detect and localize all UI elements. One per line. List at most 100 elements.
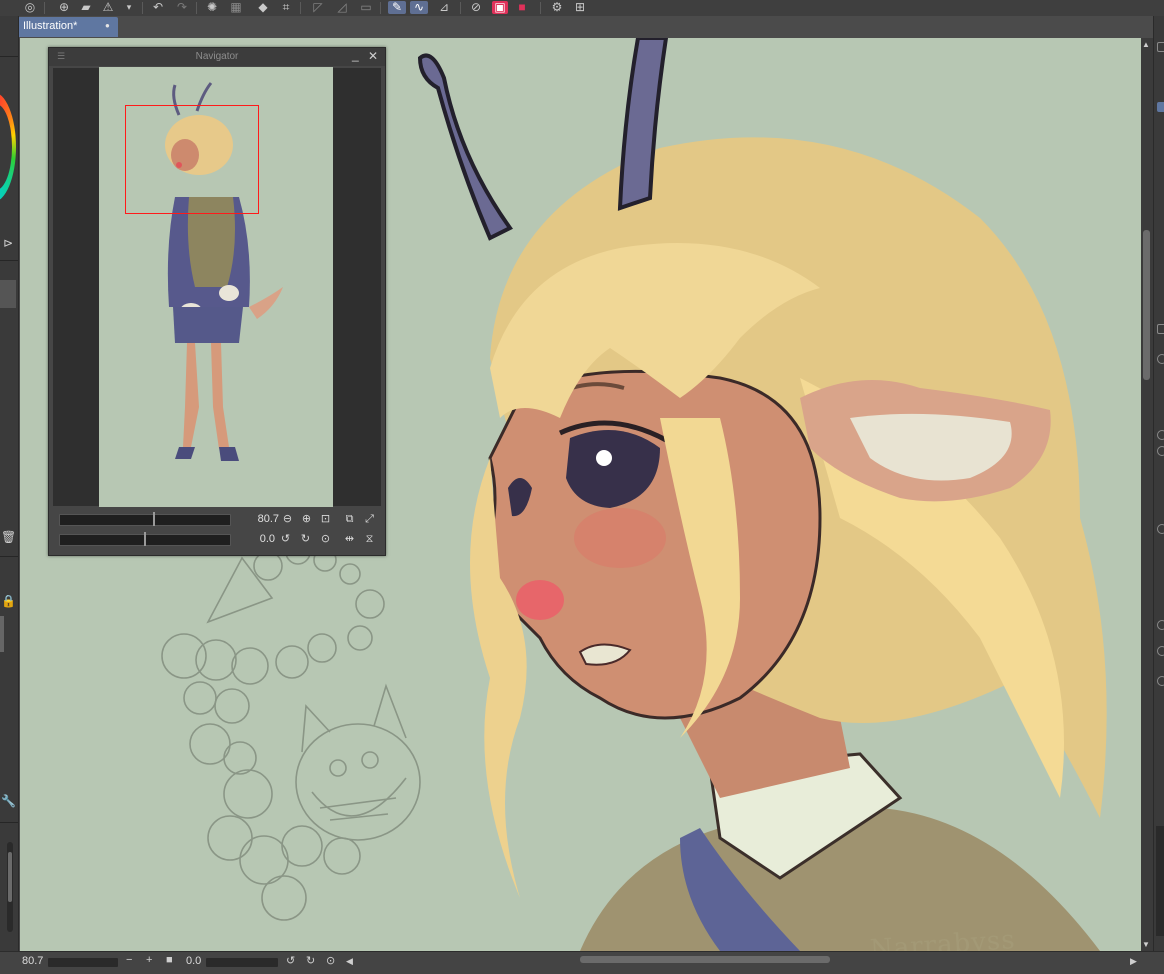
scroll-down-arrow-icon[interactable]: ▼ bbox=[1142, 940, 1150, 949]
fit-window-icon[interactable]: ⧉ bbox=[343, 513, 356, 526]
tab-illustration[interactable]: Illustration* ● bbox=[18, 17, 118, 37]
lock-icon[interactable]: 🔒 bbox=[1, 594, 16, 608]
scroll-right-arrow-icon[interactable]: ▶ bbox=[1130, 956, 1137, 967]
wrench-icon[interactable]: 🔧 bbox=[1, 794, 16, 808]
navigator-view-rectangle[interactable] bbox=[125, 105, 259, 214]
thumb-cuffs bbox=[219, 285, 239, 301]
sketch-bubble bbox=[339, 563, 361, 585]
flip-horizontal-icon[interactable]: ⇹ bbox=[343, 533, 356, 546]
undo-icon[interactable]: ↶ bbox=[150, 1, 166, 14]
toolbar-separator bbox=[196, 2, 197, 14]
zoom-out-icon[interactable]: ⊖ bbox=[281, 513, 294, 526]
fit-screen-icon[interactable]: ⤢ bbox=[363, 513, 376, 526]
open-folder-icon[interactable]: ▰ bbox=[78, 1, 94, 14]
fill-icon[interactable]: ◆ bbox=[254, 1, 272, 14]
zoom-in-icon[interactable]: + bbox=[146, 954, 152, 966]
crop-icon[interactable]: ⌗ bbox=[278, 1, 294, 14]
sketch-bubble bbox=[253, 551, 283, 581]
zoom-out-icon[interactable]: − bbox=[126, 954, 132, 966]
minimize-icon[interactable]: _ bbox=[352, 48, 359, 62]
thumb-skirt bbox=[173, 307, 243, 343]
antler-left bbox=[417, 53, 513, 241]
canvas-horizontal-scroll-thumb[interactable] bbox=[580, 956, 830, 963]
color-record-icon[interactable]: ⊘ bbox=[468, 1, 484, 14]
thumb-hoof bbox=[175, 447, 195, 459]
selection-tool-icon[interactable]: ◸ bbox=[310, 1, 326, 14]
zoom-slider-handle[interactable] bbox=[153, 512, 155, 526]
snap-icon[interactable]: ⊿ bbox=[436, 1, 452, 14]
right-panel-strip bbox=[1153, 16, 1164, 960]
color-swatch-icon[interactable]: ■ bbox=[514, 1, 530, 14]
sketch-bubble bbox=[355, 589, 385, 619]
brush-active-icon[interactable]: ∿ bbox=[410, 1, 428, 14]
lasso-icon[interactable]: ◿ bbox=[334, 1, 350, 14]
settings-icon[interactable]: ⚙ bbox=[548, 1, 566, 14]
rotation-slider-handle[interactable] bbox=[144, 532, 146, 546]
panel-tab-icon[interactable] bbox=[1157, 324, 1164, 334]
new-document-icon[interactable]: ⊕ bbox=[56, 1, 72, 14]
red-nose bbox=[516, 580, 564, 620]
transform-icon[interactable]: ▦ bbox=[228, 1, 244, 14]
panel-tab-round-icon[interactable] bbox=[1157, 354, 1164, 364]
rotate-right-icon[interactable]: ↻ bbox=[299, 533, 312, 546]
tab-title: Illustration* bbox=[23, 20, 78, 32]
reset-rotation-icon[interactable]: ⊙ bbox=[326, 954, 335, 967]
flip-vertical-icon[interactable]: ⧖ bbox=[363, 533, 376, 546]
toolbar-separator bbox=[460, 2, 461, 14]
sketch-cat-eye bbox=[361, 751, 379, 769]
panel-slot[interactable] bbox=[0, 616, 4, 652]
sketch-bubble bbox=[207, 815, 253, 861]
toolbar-separator bbox=[44, 2, 45, 14]
warning-icon[interactable]: ⚠ bbox=[100, 1, 116, 14]
document-tab-bar bbox=[0, 16, 1164, 38]
panel-tab-active-icon[interactable] bbox=[1157, 102, 1164, 112]
close-icon[interactable]: ✕ bbox=[368, 49, 378, 63]
tab-modified-dot-icon[interactable]: ● bbox=[105, 21, 110, 30]
zoom-slider[interactable] bbox=[59, 514, 231, 526]
zoom-fit-icon[interactable]: ■ bbox=[166, 954, 173, 966]
panel-tab-round-icon[interactable] bbox=[1157, 676, 1164, 686]
play-icon[interactable]: ⊳ bbox=[1, 236, 15, 250]
select-all-icon[interactable]: ▭ bbox=[358, 1, 374, 14]
main-toolbar: ◎ ⊕ ▰ ⚠ ▾ ↶ ↷ ✺ ▦ ◆ ⌗ ◸ ◿ ▭ ✎ ∿ ⊿ ⊘ ▣ ■ … bbox=[0, 0, 1164, 17]
sketch-bubble bbox=[275, 645, 309, 679]
loading-icon[interactable]: ✺ bbox=[204, 1, 220, 14]
adjust-icon[interactable]: ⊞ bbox=[572, 1, 588, 14]
panel-tab-round-icon[interactable] bbox=[1157, 446, 1164, 456]
eye-highlight bbox=[596, 450, 612, 466]
dropdown-icon[interactable]: ▾ bbox=[124, 1, 134, 14]
navigator-panel: ☰ Navigator _ ✕ 80.7 ⊖ ⊕ ⊡ ⧉ ⤢ 0.0 ↺ ↻ ⊙… bbox=[48, 47, 386, 556]
panel-tab-round-icon[interactable] bbox=[1157, 524, 1164, 534]
red-square-icon[interactable]: ▣ bbox=[492, 1, 508, 14]
reset-rotation-icon[interactable]: ⊙ bbox=[319, 533, 332, 546]
scroll-up-arrow-icon[interactable]: ▲ bbox=[1142, 40, 1150, 49]
sketch-cat-head bbox=[295, 723, 421, 841]
scroll-left-arrow-icon[interactable]: ◀ bbox=[346, 956, 353, 967]
rotate-right-icon[interactable]: ↻ bbox=[306, 954, 315, 967]
zoom-in-icon[interactable]: ⊕ bbox=[300, 513, 313, 526]
panel-tab-icon[interactable] bbox=[1157, 42, 1164, 52]
status-zoom-value[interactable]: 80.7 bbox=[22, 955, 43, 967]
rotate-left-icon[interactable]: ↺ bbox=[279, 533, 292, 546]
pen-active-icon[interactable]: ✎ bbox=[388, 1, 406, 14]
panel-tab-round-icon[interactable] bbox=[1157, 620, 1164, 630]
toolbar-separator bbox=[540, 2, 541, 14]
trash-icon[interactable]: 🗑 bbox=[1, 530, 16, 544]
status-rotation-value[interactable]: 0.0 bbox=[186, 955, 201, 967]
rotate-left-icon[interactable]: ↺ bbox=[286, 954, 295, 967]
zoom-reset-icon[interactable]: ⊡ bbox=[319, 513, 332, 526]
canvas-vertical-scroll-thumb[interactable] bbox=[1143, 230, 1150, 380]
redo-icon[interactable]: ↷ bbox=[174, 1, 190, 14]
divider bbox=[0, 56, 18, 57]
divider bbox=[0, 260, 18, 261]
canvas-vertical-scrollbar[interactable] bbox=[1141, 38, 1153, 951]
zoom-value: 80.7 bbox=[257, 513, 279, 525]
panel-tab-round-icon[interactable] bbox=[1157, 646, 1164, 656]
panel-tab-round-icon[interactable] bbox=[1157, 430, 1164, 440]
navigator-title-bar[interactable]: ☰ Navigator _ ✕ bbox=[49, 48, 385, 66]
panel-slot[interactable] bbox=[0, 280, 16, 308]
panel-scrollbar-thumb[interactable] bbox=[8, 852, 12, 902]
app-logo-icon[interactable]: ◎ bbox=[22, 1, 38, 14]
status-zoom-slider[interactable] bbox=[48, 958, 118, 967]
status-rotation-slider[interactable] bbox=[206, 958, 278, 967]
